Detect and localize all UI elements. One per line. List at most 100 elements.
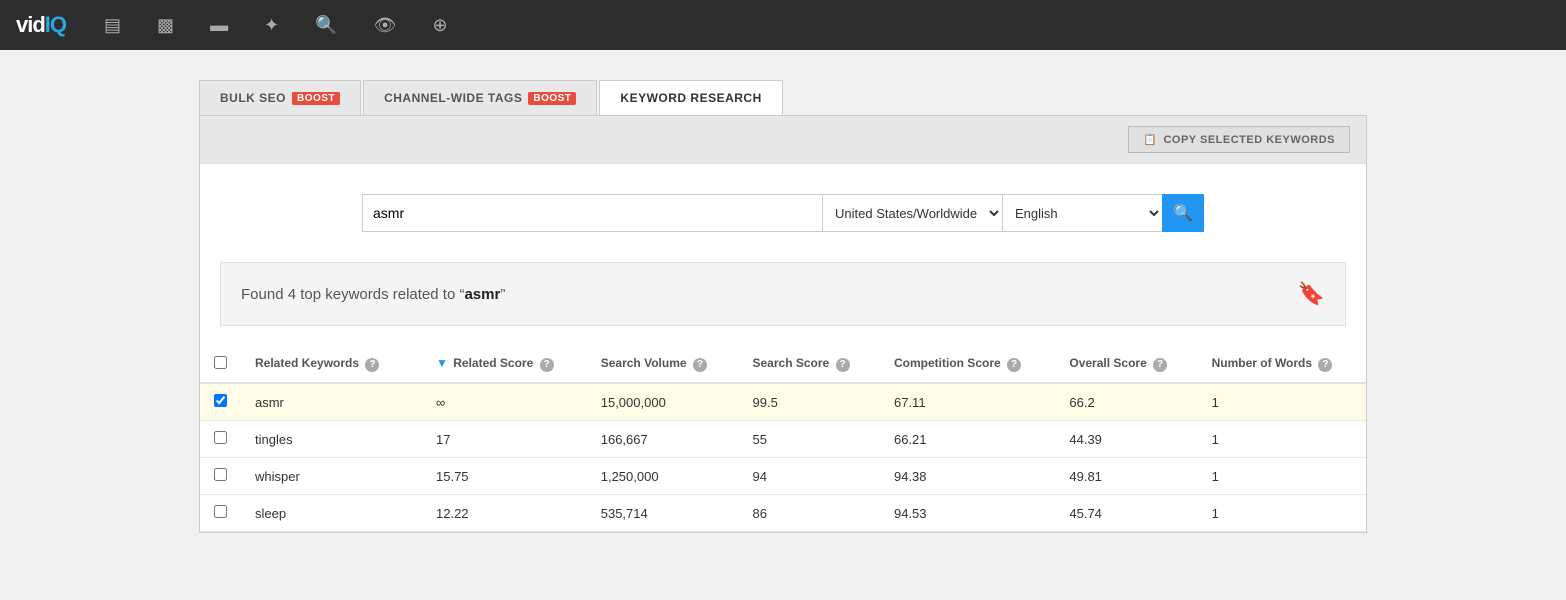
col-competition-score-label: Competition Score — [894, 356, 1001, 370]
col-keyword-label: Related Keywords — [255, 356, 359, 370]
row-search-volume-3: 535,714 — [587, 495, 739, 532]
search-magnify-icon: 🔍 — [1173, 203, 1193, 223]
col-header-check — [200, 346, 241, 383]
video-icon[interactable]: ▩ — [151, 9, 180, 42]
row-keyword-1: tingles — [241, 421, 422, 458]
tab-channel-wide-tags[interactable]: CHANNEL-WIDE TAGS BOOST — [363, 80, 597, 115]
col-header-competition-score: Competition Score ? — [880, 346, 1055, 383]
plus-icon[interactable]: ⊕ — [426, 9, 453, 42]
table-row: whisper 15.75 1,250,000 94 94.38 49.81 1 — [200, 458, 1366, 495]
col-num-words-label: Number of Words — [1212, 356, 1312, 370]
row-search-volume-2: 1,250,000 — [587, 458, 739, 495]
row-search-score-0: 99.5 — [739, 383, 880, 421]
search-volume-help-icon[interactable]: ? — [693, 358, 707, 372]
tab-bulk-seo[interactable]: BULK SEO BOOST — [199, 80, 361, 115]
keywords-table: Related Keywords ? ▼ Related Score ? Sea… — [200, 346, 1366, 532]
copy-icon: 📋 — [1143, 133, 1157, 146]
row-keyword-0: asmr — [241, 383, 422, 421]
language-select[interactable]: English Spanish French German — [1002, 194, 1162, 232]
row-checkbox-2[interactable] — [214, 468, 227, 481]
users-icon[interactable]: ✦ — [258, 9, 285, 42]
tab-bulk-seo-label: BULK SEO — [220, 91, 286, 105]
results-banner: Found 4 top keywords related to “asmr” 🔖 — [220, 262, 1346, 326]
bulk-seo-boost-badge: BOOST — [292, 92, 340, 105]
keyword-search-input[interactable] — [362, 194, 822, 232]
row-competition-score-1: 66.21 — [880, 421, 1055, 458]
logo-iq: IQ — [45, 12, 66, 37]
row-check-cell — [200, 458, 241, 495]
row-overall-score-3: 45.74 — [1055, 495, 1197, 532]
col-header-search-score: Search Score ? — [739, 346, 880, 383]
search-icon[interactable]: 🔍 — [309, 9, 343, 42]
row-num-words-0: 1 — [1198, 383, 1366, 421]
row-search-score-2: 94 — [739, 458, 880, 495]
col-header-keyword: Related Keywords ? — [241, 346, 422, 383]
select-all-checkbox[interactable] — [214, 356, 227, 369]
col-header-num-words: Number of Words ? — [1198, 346, 1366, 383]
row-checkbox-1[interactable] — [214, 431, 227, 444]
table-row: sleep 12.22 535,714 86 94.53 45.74 1 — [200, 495, 1366, 532]
region-select[interactable]: United States/Worldwide United Kingdom C… — [822, 194, 1002, 232]
col-header-related-score[interactable]: ▼ Related Score ? — [422, 346, 587, 383]
row-num-words-2: 1 — [1198, 458, 1366, 495]
row-search-score-3: 86 — [739, 495, 880, 532]
row-related-score-3: 12.22 — [422, 495, 587, 532]
keyword-help-icon[interactable]: ? — [365, 358, 379, 372]
row-overall-score-1: 44.39 — [1055, 421, 1197, 458]
competition-score-help-icon[interactable]: ? — [1007, 358, 1021, 372]
row-num-words-1: 1 — [1198, 421, 1366, 458]
tabs-bar: BULK SEO BOOST CHANNEL-WIDE TAGS BOOST K… — [199, 80, 1367, 116]
list-icon[interactable]: ▬ — [204, 9, 234, 42]
row-check-cell — [200, 383, 241, 421]
sort-arrow-icon: ▼ — [436, 356, 448, 370]
row-competition-score-0: 67.11 — [880, 383, 1055, 421]
tab-keyword-research-label: KEYWORD RESEARCH — [620, 91, 761, 105]
col-header-overall-score: Overall Score ? — [1055, 346, 1197, 383]
row-competition-score-2: 94.38 — [880, 458, 1055, 495]
row-search-volume-0: 15,000,000 — [587, 383, 739, 421]
bar-chart-icon[interactable]: ▤ — [98, 9, 127, 42]
col-header-search-volume: Search Volume ? — [587, 346, 739, 383]
copy-keywords-label: COPY SELECTED KEYWORDS — [1163, 134, 1335, 146]
tab-keyword-research[interactable]: KEYWORD RESEARCH — [599, 80, 782, 115]
table-row: asmr ∞ 15,000,000 99.5 67.11 66.2 1 — [200, 383, 1366, 421]
row-related-score-0: ∞ — [422, 383, 587, 421]
row-search-volume-1: 166,667 — [587, 421, 739, 458]
search-button[interactable]: 🔍 — [1162, 194, 1204, 232]
table-header-row: Related Keywords ? ▼ Related Score ? Sea… — [200, 346, 1366, 383]
row-overall-score-0: 66.2 — [1055, 383, 1197, 421]
logo[interactable]: vidIQ — [16, 12, 66, 38]
col-search-score-label: Search Score — [753, 356, 830, 370]
toolbar: 📋 COPY SELECTED KEYWORDS — [200, 116, 1366, 164]
keyword-research-panel: 📋 COPY SELECTED KEYWORDS United States/W… — [199, 116, 1367, 533]
table-row: tingles 17 166,667 55 66.21 44.39 1 — [200, 421, 1366, 458]
copy-keywords-button[interactable]: 📋 COPY SELECTED KEYWORDS — [1128, 126, 1350, 153]
eye-icon[interactable]: 👁 — [368, 9, 403, 42]
search-score-help-icon[interactable]: ? — [836, 358, 850, 372]
row-keyword-2: whisper — [241, 458, 422, 495]
results-banner-text: Found 4 top keywords related to “asmr” — [241, 286, 505, 303]
row-keyword-3: sleep — [241, 495, 422, 532]
row-check-cell — [200, 495, 241, 532]
col-overall-score-label: Overall Score — [1069, 356, 1146, 370]
col-search-volume-label: Search Volume — [601, 356, 687, 370]
row-overall-score-2: 49.81 — [1055, 458, 1197, 495]
row-competition-score-3: 94.53 — [880, 495, 1055, 532]
overall-score-help-icon[interactable]: ? — [1153, 358, 1167, 372]
tag-icon: 🔖 — [1298, 281, 1325, 307]
top-navigation: vidIQ ▤ ▩ ▬ ✦ 🔍 👁 ⊕ — [0, 0, 1566, 50]
row-related-score-2: 15.75 — [422, 458, 587, 495]
row-search-score-1: 55 — [739, 421, 880, 458]
row-checkbox-0[interactable] — [214, 394, 227, 407]
main-content: BULK SEO BOOST CHANNEL-WIDE TAGS BOOST K… — [183, 80, 1383, 533]
row-checkbox-3[interactable] — [214, 505, 227, 518]
row-num-words-3: 1 — [1198, 495, 1366, 532]
search-row: United States/Worldwide United Kingdom C… — [200, 164, 1366, 262]
row-related-score-1: 17 — [422, 421, 587, 458]
channel-tags-boost-badge: BOOST — [528, 92, 576, 105]
num-words-help-icon[interactable]: ? — [1318, 358, 1332, 372]
logo-vid: vid — [16, 12, 45, 37]
related-score-help-icon[interactable]: ? — [540, 358, 554, 372]
row-check-cell — [200, 421, 241, 458]
tab-channel-wide-tags-label: CHANNEL-WIDE TAGS — [384, 91, 522, 105]
